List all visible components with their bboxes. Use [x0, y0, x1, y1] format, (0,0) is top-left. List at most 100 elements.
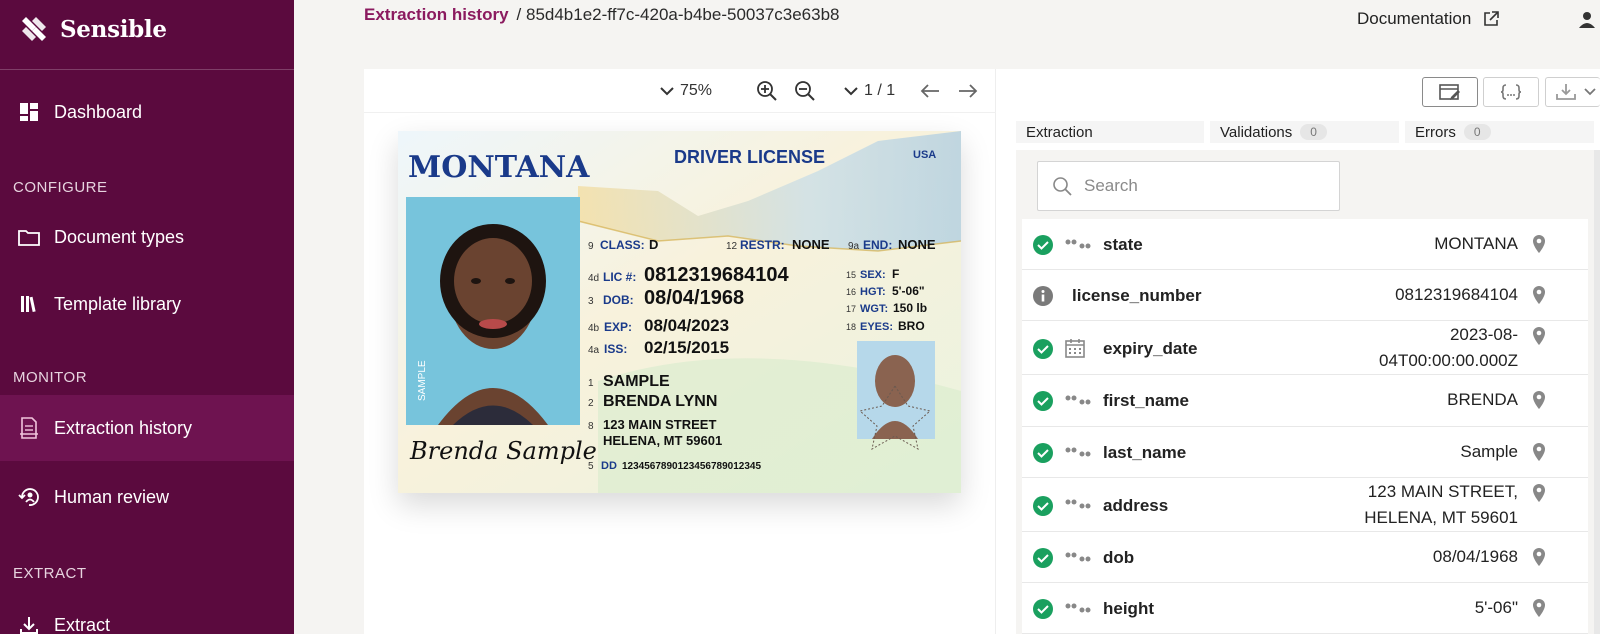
tab-errors[interactable]: Errors 0 [1405, 121, 1594, 143]
card-dob: 08/04/1968 [644, 287, 744, 309]
document-page: MONTANA DRIVER LICENSE USA SAMPLE 9 CLAS… [398, 131, 961, 493]
code-braces-icon [1500, 84, 1522, 100]
calendar-icon [1065, 339, 1085, 358]
card-dob-label: DOB: [603, 293, 634, 307]
sidebar-item-template-library[interactable]: Template library [0, 271, 294, 337]
field-value: 2023-08- 04T00:00:00.000Z [1379, 322, 1518, 374]
tab-extraction[interactable]: Extraction [1016, 121, 1204, 143]
field-value: MONTANA [1434, 234, 1518, 253]
card-num: 4b [588, 323, 600, 334]
card-name-line1: SAMPLE [603, 373, 670, 390]
card-num: 1 [588, 378, 594, 389]
arrow-left-icon [920, 84, 939, 98]
card-exp: 08/04/2023 [644, 316, 729, 335]
driver-license-image: MONTANA DRIVER LICENSE USA SAMPLE 9 CLAS… [398, 131, 961, 493]
list-item[interactable]: last_name Sample [1022, 427, 1588, 478]
location-pin-icon[interactable] [1532, 234, 1546, 254]
field-name: license_number [1072, 286, 1202, 305]
check-circle-icon [1033, 599, 1053, 619]
section-label-configure: CONFIGURE [13, 179, 108, 196]
page-select[interactable]: 1 / 1 [844, 80, 895, 102]
viewer-toolbar: 75% 1 / 1 [364, 69, 996, 113]
location-pin-icon[interactable] [1532, 390, 1546, 410]
tab-validations[interactable]: Validations 0 [1210, 121, 1399, 143]
field-value: 5'-06" [1474, 598, 1518, 617]
location-pin-icon[interactable] [1532, 483, 1546, 503]
field-name: dob [1103, 548, 1135, 567]
field-value-line1: 2023-08- [1449, 325, 1518, 344]
card-iss-label: ISS: [604, 342, 627, 356]
card-lic-label: LIC #: [603, 270, 636, 284]
list-item[interactable]: height 5'-06" [1022, 583, 1588, 634]
card-wgt: 150 lb [893, 301, 927, 315]
card-class-label: CLASS: [600, 238, 645, 252]
sensible-logo[interactable]: Sensible [22, 14, 167, 44]
list-item[interactable]: license_number 0812319684104 [1022, 270, 1588, 321]
previous-page-button[interactable] [920, 80, 940, 102]
sidebar-item-label: Extraction history [54, 417, 193, 438]
card-num: 16 [846, 287, 856, 297]
breadcrumb-link-extraction-history[interactable]: Extraction history [364, 5, 509, 25]
chevron-down-icon [660, 87, 674, 96]
search-input[interactable] [1084, 176, 1314, 196]
card-eyes-label: EYES: [860, 321, 893, 333]
list-item[interactable]: first_name BRENDA [1022, 375, 1588, 427]
download-menu-button[interactable] [1545, 77, 1600, 107]
download-icon [1556, 84, 1576, 100]
card-end: NONE [898, 237, 936, 252]
sidebar-item-dashboard[interactable]: Dashboard [0, 79, 294, 145]
sidebar: Sensible Dashboard CONFIGURE Document ty… [0, 0, 294, 634]
field-value: BRENDA [1447, 390, 1518, 409]
card-num: 9 [588, 241, 594, 252]
field-value-line2: 04T00:00:00.000Z [1379, 351, 1518, 370]
card-address-line1: 123 MAIN STREET [603, 417, 716, 432]
documentation-link[interactable]: Documentation [1357, 9, 1500, 29]
list-item[interactable]: state MONTANA [1022, 219, 1588, 270]
sidebar-item-label: Template library [54, 293, 182, 314]
quote-icon [1065, 552, 1091, 562]
extraction-results: state MONTANA license_number 08123196841… [1016, 150, 1600, 634]
zoom-in-button[interactable] [756, 80, 778, 102]
check-circle-icon [1033, 443, 1053, 463]
avatar[interactable] [1578, 10, 1596, 33]
human-review-icon [18, 486, 40, 508]
search-box[interactable] [1037, 161, 1340, 211]
sidebar-item-human-review[interactable]: Human review [0, 464, 294, 530]
results-scrollbar[interactable] [1594, 150, 1600, 634]
list-item[interactable]: dob 08/04/1968 [1022, 532, 1588, 583]
app-name: Sensible [60, 15, 167, 43]
field-value-line2: HELENA, MT 59601 [1364, 508, 1518, 527]
location-pin-icon[interactable] [1532, 326, 1546, 346]
sidebar-item-label: Dashboard [54, 101, 143, 122]
location-pin-icon[interactable] [1532, 598, 1546, 618]
json-view-button[interactable] [1483, 77, 1539, 107]
sidebar-item-extract[interactable]: Extract [0, 592, 294, 634]
results-tabs: Extraction Validations 0 Errors 0 [1016, 121, 1600, 143]
main-panel: 75% 1 / 1 MONTANA DRIVER LICENSE USA SAM… [364, 69, 1600, 634]
sidebar-item-extraction-history[interactable]: Extraction history [0, 395, 294, 461]
card-hgt: 5'-06" [892, 284, 925, 298]
errors-count-badge: 0 [1463, 124, 1491, 140]
card-num: 3 [588, 296, 594, 307]
card-class: D [649, 237, 658, 252]
location-pin-icon[interactable] [1532, 285, 1546, 305]
sidebar-item-document-types[interactable]: Document types [0, 204, 294, 270]
card-restr-label: RESTR: [740, 238, 785, 252]
sidebar-item-label: Human review [54, 486, 170, 507]
field-value: 123 MAIN STREET, HELENA, MT 59601 [1364, 479, 1518, 531]
zoom-out-button[interactable] [794, 80, 816, 102]
card-dd: 1234567890123456789012345 [622, 461, 761, 472]
check-circle-icon [1033, 235, 1053, 255]
list-item[interactable]: expiry_date 2023-08- 04T00:00:00.000Z [1022, 321, 1588, 375]
location-pin-icon[interactable] [1532, 547, 1546, 567]
zoom-select[interactable]: 75% [660, 80, 712, 102]
list-item[interactable]: address 123 MAIN STREET, HELENA, MT 5960… [1022, 478, 1588, 532]
editor-view-button[interactable] [1422, 77, 1478, 107]
field-value: 08/04/1968 [1432, 547, 1518, 566]
chevron-down-icon [844, 87, 858, 96]
next-page-button[interactable] [958, 80, 978, 102]
check-circle-icon [1033, 391, 1053, 411]
card-restr: NONE [792, 237, 830, 252]
card-num: 15 [846, 270, 856, 280]
location-pin-icon[interactable] [1532, 442, 1546, 462]
